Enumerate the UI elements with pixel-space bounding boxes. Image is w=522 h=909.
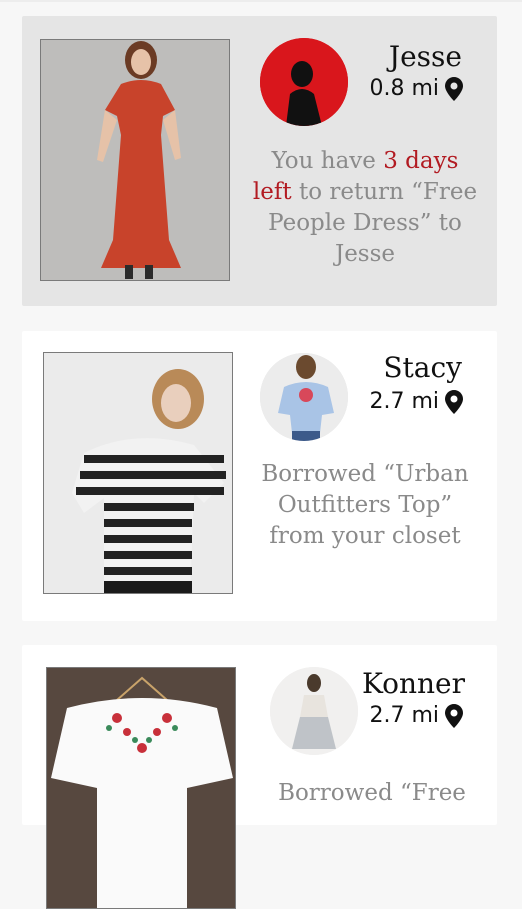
distance-label: 2.7 mi (369, 703, 463, 728)
distance-label: 0.8 mi (369, 76, 463, 101)
borrowed-message: Borrowed “Urban Outfitters Top” from you… (261, 461, 469, 549)
message-suffix: to return “Free People Dress” to Jesse (268, 179, 478, 267)
stacy-avatar[interactable] (260, 353, 348, 441)
user-name[interactable]: Konner (362, 667, 465, 700)
location-pin-icon (445, 389, 463, 414)
konner-avatar[interactable] (270, 667, 358, 755)
feed-card-konner[interactable]: Konner 2.7 mi Borrowed “Free (22, 645, 497, 909)
borrowed-message: Borrowed “Free (278, 780, 466, 806)
konner-avatar-illustration (270, 667, 358, 755)
striped-top-photo[interactable] (43, 352, 233, 594)
feed-card-stacy[interactable]: Stacy 2.7 mi Borrowed “Urban Outfitters … (22, 331, 497, 621)
return-reminder-message: You have 3 days left to return “Free Peo… (250, 146, 480, 270)
red-dress-photo[interactable] (40, 39, 230, 281)
jesse-avatar[interactable] (260, 38, 348, 126)
striped-top-illustration (44, 353, 232, 593)
embroidered-blouse-illustration (47, 668, 235, 908)
activity-feed: Jesse 0.8 mi You have 3 days left to ret… (0, 0, 522, 909)
feed-card-jesse[interactable]: Jesse 0.8 mi You have 3 days left to ret… (22, 16, 497, 306)
user-name[interactable]: Stacy (383, 351, 462, 384)
stacy-avatar-illustration (260, 353, 348, 441)
message-prefix: You have (271, 148, 384, 174)
red-dress-illustration (41, 40, 229, 280)
location-pin-icon (445, 703, 463, 728)
distance-value: 2.7 mi (369, 389, 439, 414)
distance-label: 2.7 mi (369, 389, 463, 414)
distance-value: 2.7 mi (369, 703, 439, 728)
user-name[interactable]: Jesse (389, 40, 462, 73)
distance-value: 0.8 mi (369, 76, 439, 101)
embroidered-blouse-photo[interactable] (46, 667, 236, 909)
location-pin-icon (445, 76, 463, 101)
jesse-avatar-illustration (260, 38, 348, 126)
